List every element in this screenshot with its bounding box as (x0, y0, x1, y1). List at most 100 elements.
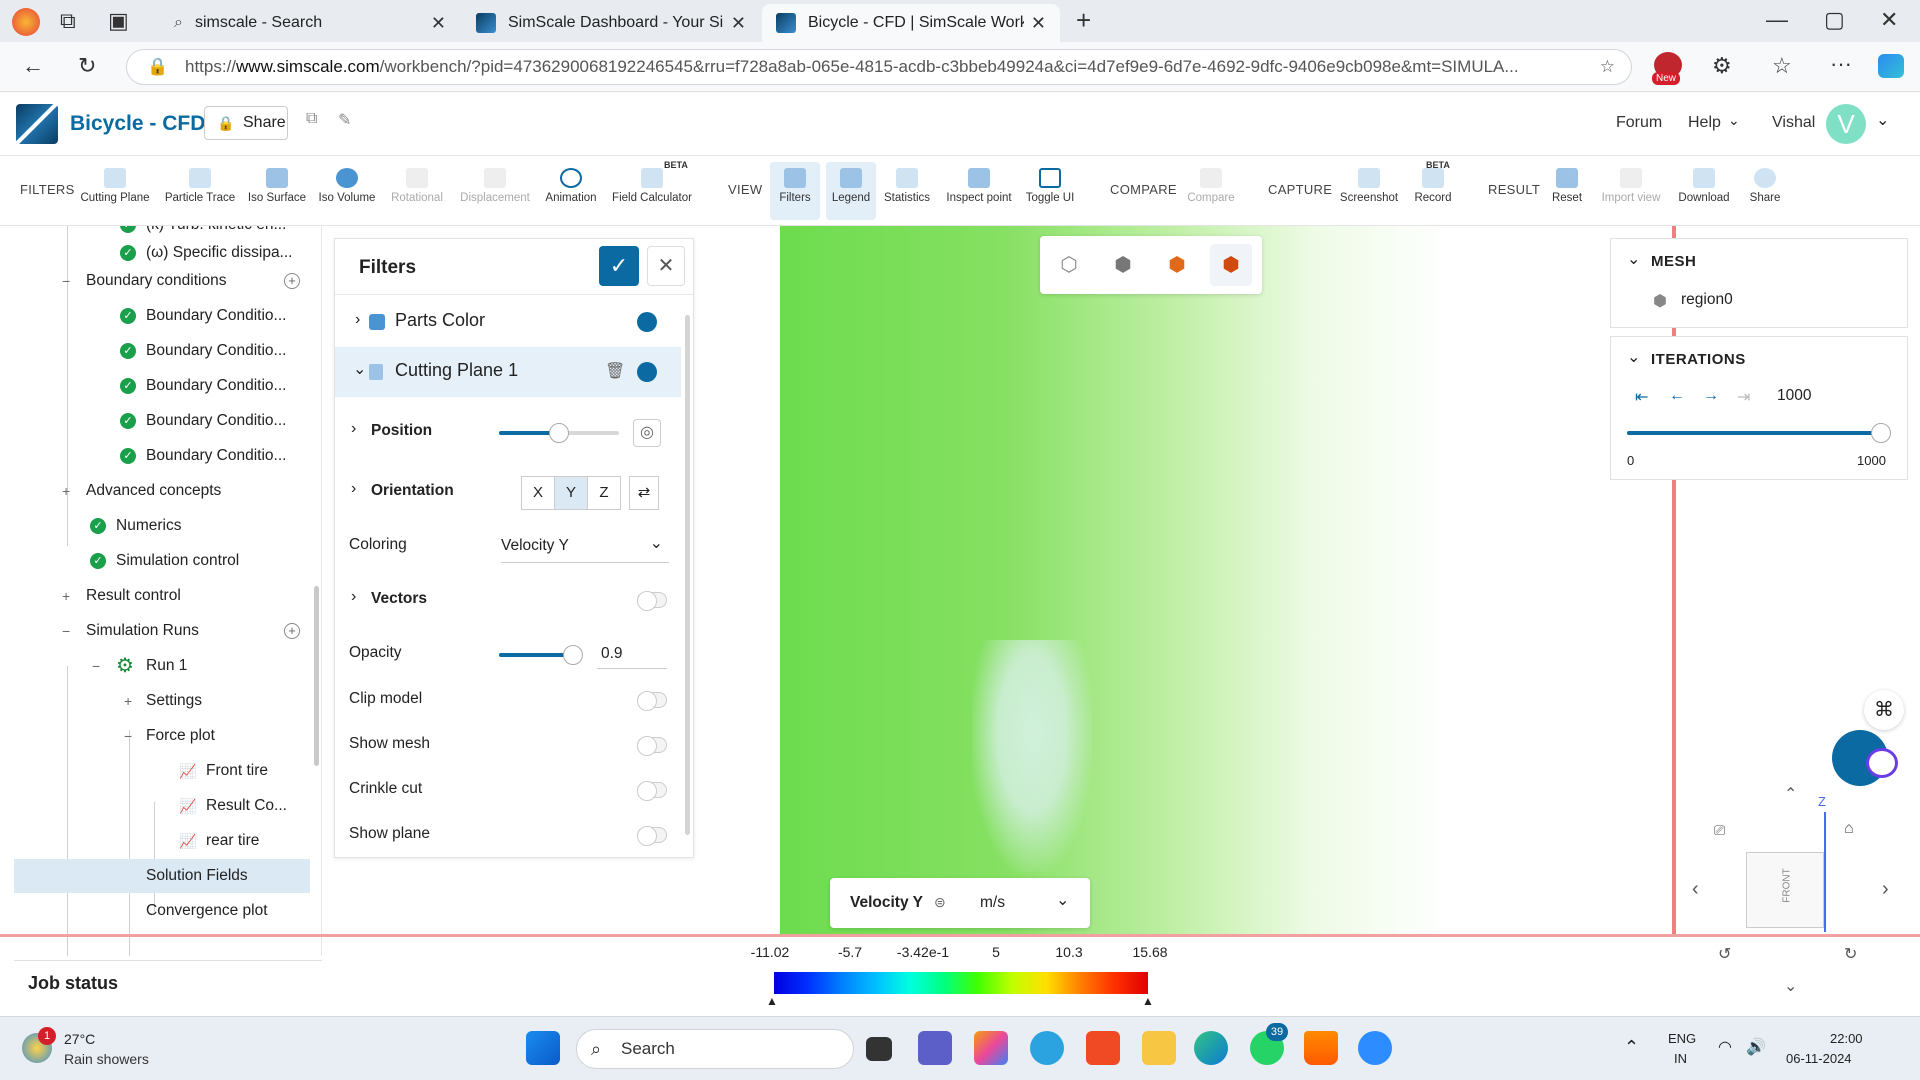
chevron-right-icon[interactable]: › (351, 588, 356, 606)
chevron-down-icon[interactable]: ⌄ (1627, 347, 1640, 367)
reset-tool[interactable]: Reset (1548, 162, 1586, 220)
mesh-region-item[interactable]: region0 (1681, 291, 1733, 309)
iteration-value[interactable]: 1000 (1777, 387, 1811, 405)
teams-icon[interactable] (918, 1031, 952, 1065)
tree-scrollbar[interactable] (314, 586, 319, 766)
copilot-icon[interactable] (1878, 54, 1904, 78)
iterations-slider[interactable] (1627, 423, 1891, 443)
legend-field[interactable]: Velocity Y (850, 894, 923, 912)
prev-iteration-icon[interactable]: ← (1669, 387, 1685, 405)
coloring-select[interactable]: Velocity Y ⌄ (501, 529, 669, 563)
reload-icon[interactable]: ↻ (78, 54, 96, 78)
show-mesh-toggle[interactable] (637, 736, 667, 756)
add-icon[interactable]: + (284, 623, 300, 639)
tree-item-simulation-runs[interactable]: − Simulation Runs + (14, 614, 310, 648)
statistics-tool[interactable]: Statistics (880, 162, 934, 220)
share-tool[interactable]: Share (1742, 162, 1788, 220)
field-calculator-tool[interactable]: BETA Field Calculator (610, 160, 694, 220)
orient-z-button[interactable]: Z (587, 476, 621, 510)
download-tool[interactable]: Download (1674, 162, 1734, 220)
close-icon[interactable]: ✕ (1031, 13, 1046, 34)
chevron-right-icon[interactable]: › (351, 480, 356, 498)
tree-item-advanced-concepts[interactable]: + Advanced concepts (14, 474, 310, 508)
copilot-icon[interactable] (974, 1031, 1008, 1065)
collapse-icon[interactable]: − (62, 614, 70, 648)
scale-max-marker[interactable]: ▲ (1142, 994, 1154, 1008)
close-icon[interactable]: ✕ (731, 13, 746, 34)
taskbar-search[interactable]: ⌕ Search (576, 1029, 854, 1069)
confirm-button[interactable]: ✓ (599, 246, 639, 286)
cube-selected-icon[interactable]: ⬢ (1210, 244, 1252, 286)
filter-parts-color[interactable]: › Parts Color (335, 297, 681, 347)
close-icon[interactable]: ✕ (431, 13, 446, 34)
user-name[interactable]: Vishal (1772, 114, 1815, 132)
tree-item-boundary-conditions[interactable]: − Boundary conditions + (14, 264, 310, 298)
legend-tool[interactable]: Legend (826, 162, 876, 220)
chevron-up-icon[interactable]: ⌃ (1784, 784, 1797, 804)
edit-icon[interactable]: ✎ (338, 110, 351, 130)
tree-item-rear-tire[interactable]: 📈 rear tire (14, 824, 310, 858)
tree-item-run-1[interactable]: − ⚙ Run 1 (14, 649, 310, 683)
minimize-icon[interactable]: — (1766, 8, 1788, 32)
position-slider-knob[interactable] (549, 423, 569, 443)
first-iteration-icon[interactable]: ⇤ (1635, 387, 1648, 407)
layout-grid-icon[interactable]: ⌘ (1864, 690, 1904, 730)
expand-icon[interactable]: + (124, 684, 132, 718)
particle-trace-tool[interactable]: Particle Trace (162, 162, 238, 220)
extensions-icon[interactable]: ⚙ (1712, 54, 1732, 78)
tab-search[interactable]: ⌕ simscale - Search ✕ (160, 4, 460, 42)
legend-settings-icon[interactable]: ⊜ (934, 894, 946, 911)
clock-time[interactable]: 22:00 (1830, 1031, 1863, 1046)
language-top[interactable]: ENG (1668, 1031, 1696, 1046)
chevron-down-icon[interactable]: ⌄ (1876, 110, 1889, 130)
orient-y-button[interactable]: Y (554, 476, 588, 510)
brave-icon[interactable] (1086, 1031, 1120, 1065)
workspaces-icon[interactable]: ⧉ (60, 9, 76, 33)
filters-tool[interactable]: Filters (770, 162, 820, 220)
screenshot-tool[interactable]: Screenshot (1338, 162, 1400, 220)
add-icon[interactable]: + (284, 273, 300, 289)
wifi-icon[interactable]: ◠ (1718, 1037, 1732, 1057)
simscale-logo[interactable] (16, 104, 58, 144)
clip-model-toggle[interactable] (637, 691, 667, 711)
opacity-input[interactable]: 0.9 (597, 641, 667, 669)
collapse-icon[interactable]: − (124, 719, 132, 753)
task-view-icon[interactable] (866, 1037, 892, 1061)
windows-start-icon[interactable] (526, 1031, 560, 1065)
visibility-dot[interactable] (637, 312, 657, 332)
chevron-left-icon[interactable]: ‹ (1692, 878, 1699, 901)
chevron-right-icon[interactable]: › (355, 311, 360, 329)
favorite-star-icon[interactable]: ☆ (1593, 50, 1615, 84)
cutting-plane-tool[interactable]: Cutting Plane (78, 162, 152, 220)
close-button[interactable]: ✕ (647, 246, 685, 286)
inspect-point-tool[interactable]: Inspect point (944, 162, 1014, 220)
rotational-tool[interactable]: Rotational (388, 162, 446, 220)
displacement-tool[interactable]: Displacement (456, 162, 534, 220)
filter-cutting-plane[interactable]: ⌄ Cutting Plane 1 🗑 (335, 347, 681, 397)
record-tool[interactable]: BETA Record (1410, 160, 1456, 220)
chevron-right-icon[interactable]: › (351, 420, 356, 438)
forum-link[interactable]: Forum (1616, 114, 1662, 132)
iso-surface-tool[interactable]: Iso Surface (246, 162, 308, 220)
favorites-icon[interactable]: ☆ (1772, 54, 1792, 78)
rotate-right-icon[interactable]: ↻ (1844, 944, 1857, 964)
back-icon[interactable]: ← (22, 54, 44, 78)
expand-icon[interactable]: + (62, 579, 70, 613)
share-button[interactable]: 🔒 Share (204, 106, 288, 140)
last-iteration-icon[interactable]: ⇥ (1737, 387, 1750, 407)
3d-viewport[interactable] (780, 226, 1676, 936)
url-field[interactable]: 🔒 https://www.simscale.com/workbench/?pi… (126, 49, 1632, 85)
position-slider[interactable] (499, 423, 619, 443)
chevron-down-icon[interactable]: ⌄ (1627, 249, 1640, 269)
opacity-slider-knob[interactable] (562, 645, 583, 665)
crinkle-cut-toggle[interactable] (637, 781, 667, 801)
tab-actions-icon[interactable]: ▣ (108, 9, 129, 33)
tree-item-solution-fields[interactable]: Solution Fields (14, 859, 310, 893)
zoom-icon[interactable] (1358, 1031, 1392, 1065)
iterations-slider-knob[interactable] (1871, 423, 1891, 443)
collapse-icon[interactable]: − (62, 264, 70, 298)
tab-workbench[interactable]: Bicycle - CFD | SimScale Workben ✕ (762, 4, 1060, 42)
visibility-dot[interactable] (637, 362, 657, 382)
target-icon[interactable]: ◎ (633, 419, 661, 447)
home-icon[interactable]: ⌂ (1844, 820, 1854, 838)
